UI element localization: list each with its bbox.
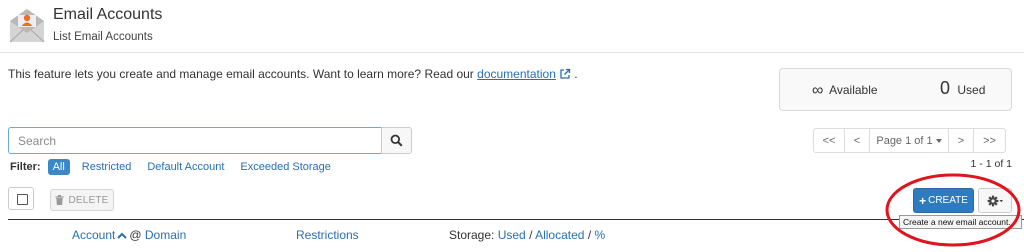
page-title: Email Accounts (53, 6, 163, 23)
account-stats-panel: ∞ Available 0 Used (779, 68, 1012, 111)
sort-storage-used[interactable]: Used (498, 228, 526, 242)
settings-button[interactable] (978, 188, 1012, 213)
pagination: << < Page 1 of 1 > >> (813, 128, 1006, 153)
sort-restrictions[interactable]: Restrictions (296, 228, 359, 242)
filter-restricted[interactable]: Restricted (82, 161, 132, 173)
filter-label: Filter: (10, 161, 41, 173)
filter-exceeded-storage[interactable]: Exceeded Storage (240, 161, 331, 173)
trash-icon (55, 195, 64, 205)
column-account-domain: Account @ Domain (72, 228, 186, 242)
filter-all[interactable]: All (47, 159, 70, 175)
storage-separator: / (587, 228, 592, 242)
plus-icon: + (919, 193, 927, 208)
table-header-divider (8, 219, 1024, 220)
last-page-button[interactable]: >> (973, 128, 1006, 153)
header-divider (0, 52, 1024, 53)
create-button[interactable]: + CREATE (913, 188, 974, 213)
sort-account[interactable]: Account (72, 228, 115, 242)
column-storage: Storage: Used / Allocated / % (449, 228, 605, 242)
page-select-label: Page 1 of 1 (876, 134, 933, 147)
filter-default-account[interactable]: Default Account (147, 161, 224, 173)
chevron-down-icon (935, 138, 942, 143)
prev-page-button[interactable]: < (844, 128, 870, 153)
search-bar (8, 127, 412, 154)
first-page-button[interactable]: << (813, 128, 845, 153)
delete-label: DELETE (68, 194, 109, 206)
gear-icon (987, 195, 1003, 206)
filter-bar: Filter: All Restricted Default Account E… (10, 159, 347, 175)
page-subtitle: List Email Accounts (53, 31, 153, 43)
external-link-icon[interactable] (559, 68, 571, 83)
email-accounts-icon (8, 6, 46, 44)
used-stat: 0 Used (940, 78, 985, 99)
next-page-button[interactable]: > (948, 128, 974, 153)
intro-text: This feature lets you create and manage … (8, 67, 578, 83)
used-label: Used (957, 83, 986, 97)
storage-label: Storage: (449, 228, 495, 242)
create-tooltip: Create a new email account. (899, 215, 1022, 229)
column-restrictions: Restrictions (296, 228, 359, 242)
intro-description: This feature lets you create and manage … (8, 67, 474, 81)
select-all-checkbox[interactable] (8, 187, 34, 210)
search-icon (390, 134, 403, 147)
at-sign: @ (129, 228, 142, 242)
used-count: 0 (940, 78, 951, 98)
infinity-icon: ∞ (812, 82, 824, 99)
sort-storage-percent[interactable]: % (595, 228, 606, 242)
search-button[interactable] (381, 127, 412, 154)
sort-storage-allocated[interactable]: Allocated (535, 228, 584, 242)
available-stat: ∞ Available (812, 82, 878, 100)
create-label: CREATE (928, 195, 968, 206)
available-label: Available (829, 83, 878, 97)
storage-separator: / (529, 228, 533, 242)
results-range: 1 - 1 of 1 (970, 158, 1012, 170)
checkbox-icon (17, 194, 28, 205)
chevron-up-icon[interactable] (117, 228, 128, 242)
intro-suffix: . (574, 67, 578, 81)
sort-domain[interactable]: Domain (145, 228, 186, 242)
delete-button[interactable]: DELETE (50, 189, 114, 211)
page-select[interactable]: Page 1 of 1 (869, 128, 949, 153)
documentation-link[interactable]: documentation (477, 67, 556, 81)
search-input[interactable] (8, 127, 382, 154)
